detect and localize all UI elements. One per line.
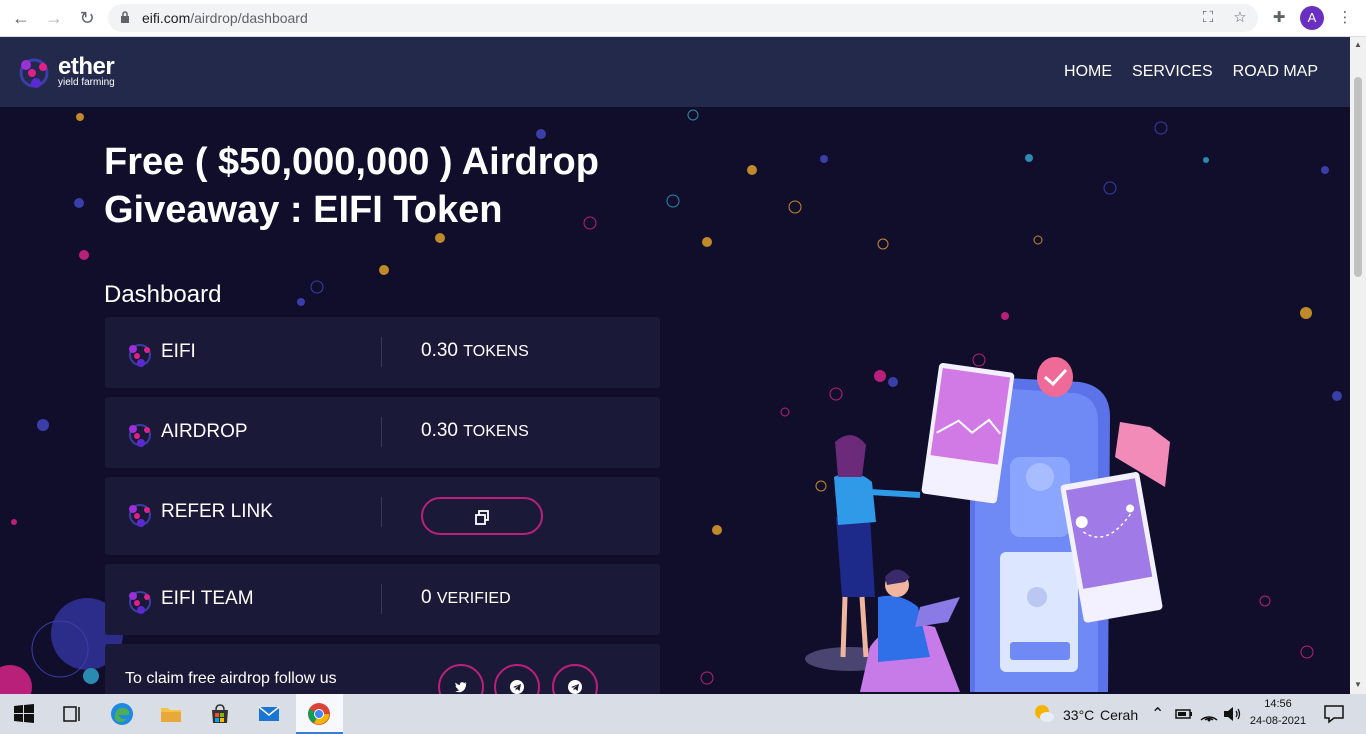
- file-explorer-icon[interactable]: [159, 702, 183, 726]
- clock-time[interactable]: 14:56: [1246, 698, 1310, 710]
- twitter-icon: [455, 682, 467, 693]
- logo-icon: [19, 58, 49, 88]
- card-label: REFER LINK: [161, 501, 273, 522]
- scroll-up-icon[interactable]: ▲: [1354, 41, 1362, 49]
- dashboard-card-eifi: EIFI 0.30 TOKENS: [105, 317, 660, 388]
- chevron-up-icon[interactable]: ⌃: [1151, 704, 1164, 724]
- taskbar: 33°C Cerah ⌃ 14:56 24-08-2021: [0, 694, 1366, 734]
- dashboard-card-refer-link: REFER LINK: [105, 477, 660, 555]
- divider: [381, 584, 382, 614]
- weather-desc[interactable]: Cerah: [1100, 707, 1138, 723]
- page-viewport: ether yield farming HOME SERVICES ROAD M…: [0, 37, 1350, 694]
- card-value: 0 VERIFIED: [421, 587, 511, 608]
- nav-services[interactable]: SERVICES: [1132, 63, 1213, 81]
- card-label: AIRDROP: [161, 421, 248, 442]
- copy-icon: [475, 510, 489, 525]
- twitter-button[interactable]: [438, 664, 484, 694]
- dashboard-card-airdrop: AIRDROP 0.30 TOKENS: [105, 397, 660, 468]
- hero-title: Free ( $50,000,000 ) Airdrop Giveaway : …: [104, 138, 664, 234]
- profile-avatar[interactable]: A: [1300, 6, 1324, 30]
- eifi-token-icon: [129, 344, 151, 367]
- copy-refer-link-button[interactable]: [421, 497, 543, 535]
- telegram-button-1[interactable]: [494, 664, 540, 694]
- scroll-thumb[interactable]: [1354, 77, 1362, 277]
- card-value: 0.30 TOKENS: [421, 420, 529, 441]
- url-text: eifi.com/airdrop/dashboard: [142, 10, 308, 26]
- telegram-icon: [568, 680, 582, 694]
- back-icon[interactable]: ←: [10, 8, 32, 30]
- store-icon[interactable]: [208, 702, 232, 726]
- hero-title-line1: Free ( $50,000,000 ) Airdrop: [104, 141, 599, 183]
- address-bar[interactable]: eifi.com/airdrop/dashboard: [108, 4, 1258, 32]
- mail-icon[interactable]: [257, 702, 281, 726]
- card-label: EIFI TEAM: [161, 588, 254, 609]
- menu-icon[interactable]: ⋮: [1336, 9, 1354, 27]
- illustration: [805, 357, 1170, 692]
- volume-icon[interactable]: [1220, 702, 1244, 726]
- refer-link-icon: [129, 504, 151, 527]
- notification-icon[interactable]: [1322, 702, 1346, 726]
- hero-title-line2: Giveaway : EIFI Token: [104, 189, 503, 231]
- weather-temp[interactable]: 33°C: [1063, 707, 1094, 723]
- translate-icon[interactable]: ⛶: [1199, 9, 1217, 27]
- dashboard-card-claim: To claim free airdrop follow us: [105, 644, 660, 694]
- card-label: EIFI: [161, 341, 196, 362]
- browser-toolbar: ← → ↻ eifi.com/airdrop/dashboard ⛶ ☆ ✚ A…: [0, 0, 1366, 37]
- clock-date[interactable]: 24-08-2021: [1246, 715, 1310, 727]
- bookmark-star-icon[interactable]: ☆: [1231, 9, 1249, 27]
- claim-text: To claim free airdrop follow us: [125, 670, 337, 687]
- nav-links: HOME SERVICES ROAD MAP: [1064, 63, 1318, 81]
- divider: [381, 417, 382, 447]
- divider: [381, 497, 382, 527]
- lock-icon: [121, 11, 129, 23]
- airdrop-token-icon: [129, 424, 151, 447]
- windows-start-icon[interactable]: [12, 702, 36, 726]
- card-value: 0.30 TOKENS: [421, 340, 529, 361]
- forward-icon[interactable]: →: [43, 8, 65, 30]
- reload-icon[interactable]: ↻: [76, 8, 98, 30]
- chrome-icon: [308, 703, 330, 725]
- weather-icon[interactable]: [1032, 702, 1056, 726]
- edge-icon[interactable]: [110, 702, 134, 726]
- telegram-button-2[interactable]: [552, 664, 598, 694]
- nav-road-map[interactable]: ROAD MAP: [1233, 63, 1318, 81]
- battery-icon[interactable]: [1172, 702, 1196, 726]
- dashboard-title: Dashboard: [104, 281, 222, 308]
- site-navbar: ether yield farming HOME SERVICES ROAD M…: [0, 37, 1350, 107]
- extensions-icon[interactable]: ✚: [1270, 9, 1288, 27]
- team-icon: [129, 591, 151, 614]
- task-view-icon[interactable]: [60, 702, 84, 726]
- divider: [381, 337, 382, 367]
- logo-sub: yield farming: [58, 77, 115, 88]
- chrome-taskbar-button[interactable]: [296, 694, 343, 734]
- dashboard-card-eifi-team: EIFI TEAM 0 VERIFIED: [105, 564, 660, 635]
- scroll-down-icon[interactable]: ▼: [1354, 681, 1362, 689]
- telegram-icon: [510, 680, 524, 694]
- page-scrollbar[interactable]: ▲ ▼: [1350, 37, 1366, 694]
- wifi-icon[interactable]: [1197, 702, 1221, 726]
- ether-logo[interactable]: ether yield farming: [16, 53, 126, 91]
- nav-home[interactable]: HOME: [1064, 63, 1112, 81]
